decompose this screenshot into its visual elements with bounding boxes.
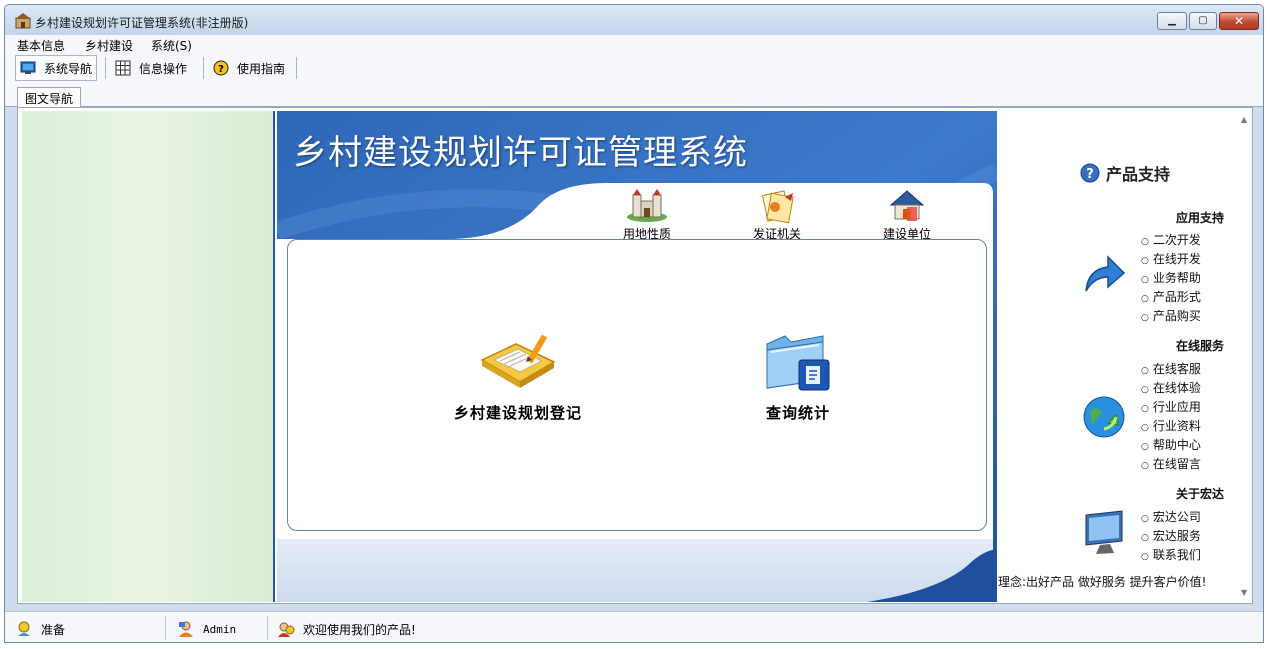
maximize-icon: ▢ xyxy=(1198,15,1208,26)
question-icon: ? xyxy=(1080,163,1100,183)
quick-link-construction-unit[interactable]: 建设单位 xyxy=(862,189,952,242)
menu-basic-info[interactable]: 基本信息 xyxy=(17,37,65,54)
village-planning-register[interactable]: 乡村建设规划登记 xyxy=(418,330,618,423)
link-secondary-dev[interactable]: 二次开发 xyxy=(1141,231,1201,250)
content-area: 乡村建设规划许可证管理系统 用地性质 发证机关 建设单位 乡村建设规划登记 查询… xyxy=(17,107,1253,604)
main-card: 乡村建设规划登记 查询统计 xyxy=(287,239,987,531)
menu-village-construction[interactable]: 乡村建设 xyxy=(85,37,133,54)
link-product-purchase[interactable]: 产品购买 xyxy=(1141,307,1201,326)
scroll-up-icon[interactable]: ▲ xyxy=(1241,115,1247,124)
link-contact-us[interactable]: 联系我们 xyxy=(1141,546,1201,565)
certificate-icon xyxy=(761,190,794,223)
query-statistics-label: 查询统计 xyxy=(765,404,830,422)
toolbar: 系统导航 信息操作 ? 使用指南 xyxy=(5,53,1263,83)
tab-strip: 图文导航 xyxy=(5,83,1263,108)
scroll-down-icon[interactable]: ▼ xyxy=(1241,588,1247,597)
query-statistics[interactable]: 查询统计 xyxy=(708,330,888,423)
toolbar-user-guide[interactable]: ? 使用指南 xyxy=(213,55,285,81)
status-separator xyxy=(267,616,268,640)
status-message-text: 欢迎使用我们的产品! xyxy=(303,622,416,637)
link-product-form[interactable]: 产品形式 xyxy=(1141,288,1201,307)
link-industry-apps[interactable]: 行业应用 xyxy=(1141,398,1201,417)
close-icon: ✕ xyxy=(1233,14,1245,28)
link-online-support[interactable]: 在线客服 xyxy=(1141,360,1201,379)
toolbar-system-nav[interactable]: 系统导航 xyxy=(15,55,98,81)
toolbar-separator xyxy=(296,57,297,79)
grid-icon xyxy=(115,60,131,76)
menu-system[interactable]: 系统(S) xyxy=(151,37,192,54)
left-panel xyxy=(22,111,275,602)
link-online-dev[interactable]: 在线开发 xyxy=(1141,250,1201,269)
app-icon xyxy=(15,13,31,29)
section-online-service-list: 在线客服 在线体验 行业应用 行业资料 帮助中心 在线留言 xyxy=(1141,360,1201,474)
link-online-trial[interactable]: 在线体验 xyxy=(1141,379,1201,398)
quick-link-issuing-authority[interactable]: 发证机关 xyxy=(732,189,822,242)
toolbar-user-guide-label: 使用指南 xyxy=(237,61,286,76)
link-online-message[interactable]: 在线留言 xyxy=(1141,455,1201,474)
globe-refresh-icon xyxy=(1083,396,1125,438)
section-app-support-title: 应用支持 xyxy=(1175,211,1224,225)
toolbar-info-ops[interactable]: 信息操作 xyxy=(115,55,187,81)
house-icon xyxy=(889,190,925,221)
status-message: 欢迎使用我们的产品! xyxy=(277,620,416,638)
minimize-icon: ▁ xyxy=(1168,15,1176,26)
register-notebook-icon xyxy=(480,334,556,388)
menu-bar: 基本信息 乡村建设 系统(S) xyxy=(5,35,1263,53)
link-industry-docs[interactable]: 行业资料 xyxy=(1141,417,1201,436)
company-slogan: 理念:出好产品 做好服务 提升客户价值! xyxy=(998,575,1207,589)
folder-document-icon xyxy=(766,335,830,391)
section-online-service-title: 在线服务 xyxy=(1175,339,1224,353)
minimize-button[interactable]: ▁ xyxy=(1157,12,1187,30)
maximize-button[interactable]: ▢ xyxy=(1189,12,1217,30)
status-user: Admin xyxy=(177,620,236,638)
toolbar-system-nav-label: 系统导航 xyxy=(44,61,93,76)
welcome-icon xyxy=(278,622,295,637)
link-business-help[interactable]: 业务帮助 xyxy=(1141,269,1201,288)
svg-text:?: ? xyxy=(218,64,224,75)
vertical-scrollbar[interactable]: ▲ ▼ xyxy=(1238,111,1252,602)
product-support-title: 产品支持 xyxy=(1106,165,1171,184)
toolbar-separator xyxy=(105,57,106,79)
status-separator xyxy=(165,616,166,640)
status-ready-text: 准备 xyxy=(41,622,66,637)
user-icon xyxy=(179,621,193,637)
title-bar: 乡村建设规划许可证管理系统(非注册版) ▁ ▢ ✕ xyxy=(5,5,1263,35)
tab-graphic-nav[interactable]: 图文导航 xyxy=(17,87,81,108)
app-window: 乡村建设规划许可证管理系统(非注册版) ▁ ▢ ✕ 基本信息 乡村建设 系统(S… xyxy=(4,4,1264,643)
close-button[interactable]: ✕ xyxy=(1219,12,1259,30)
product-support-header: ? 产品支持 xyxy=(1080,161,1170,185)
village-planning-register-label: 乡村建设规划登记 xyxy=(453,404,582,422)
castle-icon xyxy=(627,189,667,222)
center-panel: 乡村建设规划许可证管理系统 用地性质 发证机关 建设单位 乡村建设规划登记 查询… xyxy=(277,111,997,602)
help-icon: ? xyxy=(213,60,229,76)
link-hongda-company[interactable]: 宏达公司 xyxy=(1141,508,1201,527)
monitor-icon xyxy=(20,61,36,74)
link-help-center[interactable]: 帮助中心 xyxy=(1141,436,1201,455)
section-app-support-list: 二次开发 在线开发 业务帮助 产品形式 产品购买 xyxy=(1141,231,1201,326)
window-title: 乡村建设规划许可证管理系统(非注册版) xyxy=(35,16,249,30)
toolbar-info-ops-label: 信息操作 xyxy=(139,61,188,76)
blue-arrow-icon xyxy=(1085,255,1126,292)
link-hongda-service[interactable]: 宏达服务 xyxy=(1141,527,1201,546)
banner-title: 乡村建设规划许可证管理系统 xyxy=(293,133,748,173)
right-panel: ? 产品支持 应用支持 二次开发 在线开发 业务帮助 产品形式 产品购买 在线服… xyxy=(998,111,1234,602)
status-ready-icon xyxy=(18,621,30,636)
toolbar-separator xyxy=(203,57,204,79)
status-user-name: Admin xyxy=(203,622,237,636)
status-bar: 准备 Admin 欢迎使用我们的产品! xyxy=(5,611,1263,642)
monitor-display-icon xyxy=(1085,510,1123,554)
section-about-list: 宏达公司 宏达服务 联系我们 xyxy=(1141,508,1201,565)
quick-link-land-use[interactable]: 用地性质 xyxy=(602,189,692,242)
section-about-title: 关于宏达 xyxy=(1175,487,1224,501)
status-ready: 准备 xyxy=(15,620,65,638)
svg-text:?: ? xyxy=(1086,167,1094,182)
